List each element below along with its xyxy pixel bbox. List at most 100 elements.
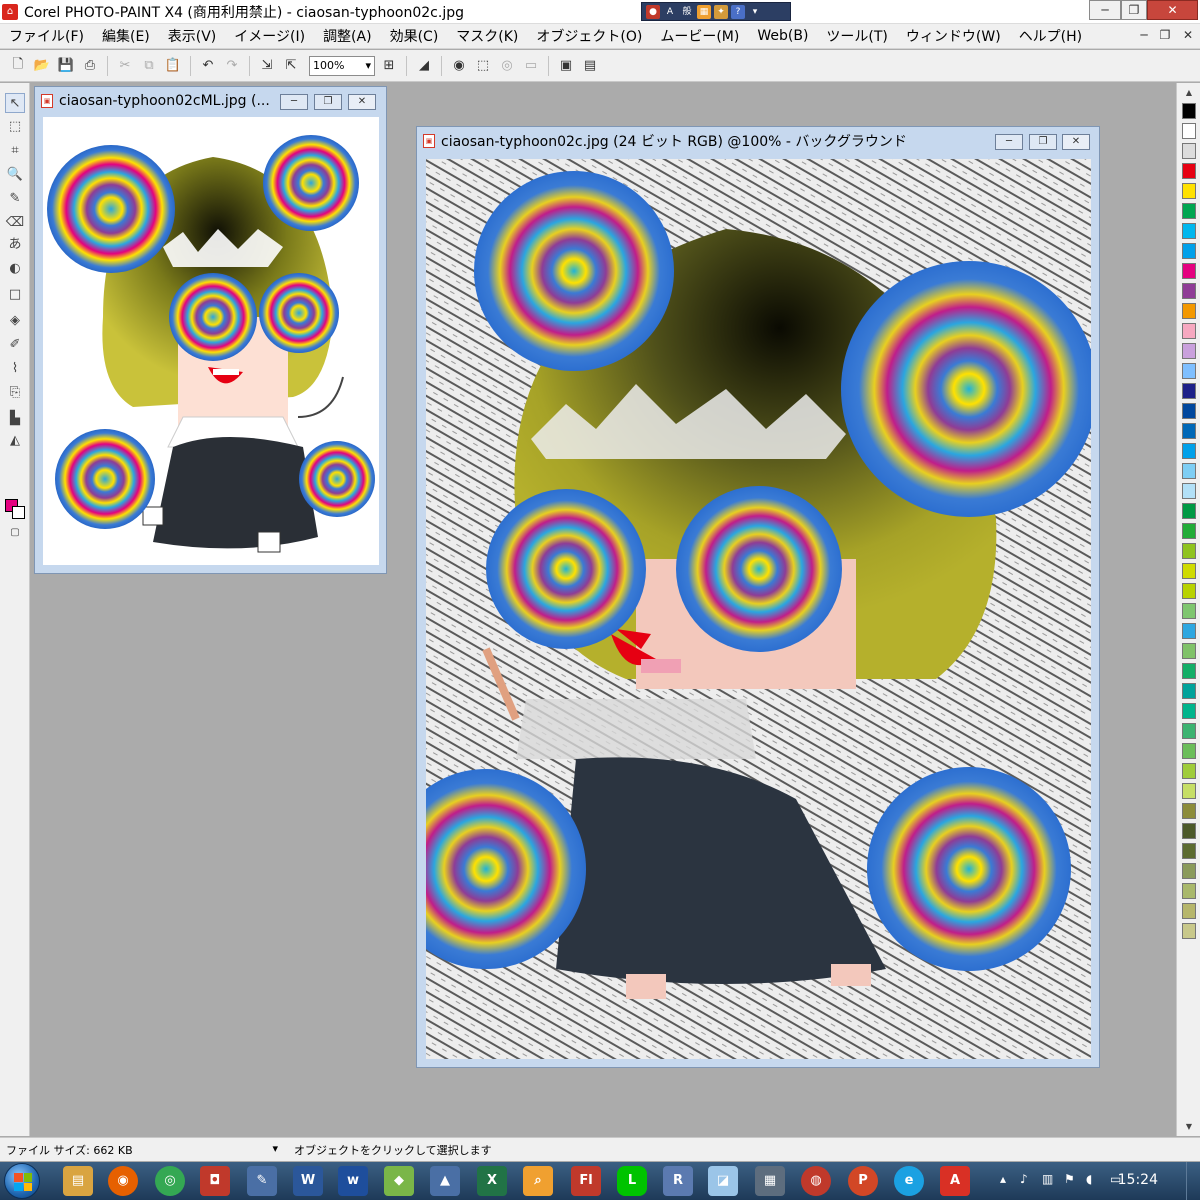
menu-help[interactable]: ヘルプ(H): [1010, 26, 1091, 46]
corel-app-icon[interactable]: ⌂: [2, 3, 18, 20]
file-size-panel[interactable]: ファイル サイズ: 662 KB ▾: [0, 1142, 284, 1158]
palette-swatch[interactable]: [1182, 783, 1196, 799]
internet-explorer-taskbar-icon[interactable]: e: [894, 1166, 924, 1196]
palette-swatch[interactable]: [1182, 103, 1196, 119]
flag-icon[interactable]: ⚑: [1064, 1172, 1075, 1186]
palette-swatch[interactable]: [1182, 323, 1196, 339]
palette-swatch[interactable]: [1182, 143, 1196, 159]
menu-web[interactable]: Web(B): [748, 28, 817, 44]
excel-taskbar-icon[interactable]: X: [477, 1166, 507, 1196]
chevron-down-icon[interactable]: ▾: [272, 1142, 278, 1158]
eyedropper-tool-icon[interactable]: ✎: [5, 189, 25, 209]
document-window-thumbnail[interactable]: ▣ ciaosan-typhoon02cML.jpg (... ─ ❐ ✕: [34, 86, 387, 574]
corel-launcher-icon[interactable]: ◢: [414, 56, 434, 76]
palette-swatch[interactable]: [1182, 383, 1196, 399]
transparency-tool-icon[interactable]: ◭: [5, 431, 25, 451]
acrobat-taskbar-icon[interactable]: A: [940, 1166, 970, 1196]
pick-tool-icon[interactable]: ↖: [5, 93, 25, 113]
doc-thumbnail-restore-button[interactable]: ❐: [314, 94, 342, 110]
palette-swatch[interactable]: [1182, 843, 1196, 859]
paint-taskbar-icon[interactable]: ✎: [247, 1166, 277, 1196]
chrome-taskbar-icon[interactable]: ◎: [155, 1166, 185, 1196]
ime-mode-icon[interactable]: ●: [646, 4, 660, 19]
speaker-icon[interactable]: ◖: [1086, 1172, 1092, 1186]
doc-thumbnail-close-button[interactable]: ✕: [348, 94, 376, 110]
palette-swatch[interactable]: [1182, 663, 1196, 679]
effect-tool-icon[interactable]: ⌇: [5, 359, 25, 379]
doc-main-minimize-button[interactable]: ─: [995, 134, 1023, 150]
ime-pad-icon[interactable]: ▦: [697, 4, 711, 19]
tray-expand-icon[interactable]: ▴: [1000, 1172, 1006, 1186]
print-icon[interactable]: ⎙: [80, 56, 100, 76]
undo-icon[interactable]: ↶: [198, 56, 218, 76]
start-button[interactable]: [4, 1163, 40, 1199]
new-file-icon[interactable]: 🗋: [8, 56, 28, 76]
background-color[interactable]: [12, 506, 25, 519]
palette-swatch[interactable]: [1182, 463, 1196, 479]
open-folder-icon[interactable]: 📂: [32, 56, 52, 76]
menu-file[interactable]: ファイル(F): [0, 26, 93, 46]
minimize-button[interactable]: ─: [1089, 0, 1121, 20]
palette-swatch[interactable]: [1182, 123, 1196, 139]
menu-adjust[interactable]: 調整(A): [314, 26, 381, 46]
word-alt-taskbar-icon[interactable]: w: [338, 1166, 368, 1196]
ime-general-label[interactable]: 般: [680, 4, 694, 19]
r-taskbar-icon[interactable]: R: [663, 1166, 693, 1196]
zoom-fit-icon[interactable]: ⊞: [379, 56, 399, 76]
firefox-taskbar-icon[interactable]: ◉: [108, 1166, 138, 1196]
search-taskbar-icon[interactable]: ⌕: [523, 1166, 553, 1196]
cut-icon[interactable]: ✂: [115, 56, 135, 76]
document-window-main[interactable]: ▣ ciaosan-typhoon02c.jpg (24 ビット RGB) @1…: [416, 126, 1100, 1068]
flash-taskbar-icon[interactable]: Fl: [571, 1166, 601, 1196]
text-tool-icon[interactable]: あ: [5, 235, 25, 255]
palette-swatch[interactable]: [1182, 743, 1196, 759]
taskbar-clock[interactable]: 15:24: [1118, 1172, 1158, 1188]
redo-icon[interactable]: ↷: [222, 56, 242, 76]
zoom-select[interactable]: 100% ▾: [309, 55, 375, 76]
palette-swatch[interactable]: [1182, 683, 1196, 699]
palette-swatch[interactable]: [1182, 543, 1196, 559]
palette-swatch[interactable]: [1182, 883, 1196, 899]
palette-swatch[interactable]: [1182, 263, 1196, 279]
color-swatches[interactable]: [5, 499, 27, 521]
word-taskbar-icon[interactable]: W: [293, 1166, 323, 1196]
palette-swatch[interactable]: [1182, 163, 1196, 179]
marquee-icon[interactable]: ▭: [521, 56, 541, 76]
menu-object[interactable]: オブジェクト(O): [527, 26, 651, 46]
ime-help-icon[interactable]: ?: [731, 4, 745, 19]
palette-swatch[interactable]: [1182, 563, 1196, 579]
menu-view[interactable]: 表示(V): [159, 26, 226, 46]
fill-tool-icon[interactable]: ◈: [5, 311, 25, 331]
menu-image[interactable]: イメージ(I): [225, 26, 314, 46]
paste-icon[interactable]: 📋: [163, 56, 183, 76]
palette-swatch[interactable]: [1182, 863, 1196, 879]
palette-swatch[interactable]: [1182, 603, 1196, 619]
eraser-tool-icon[interactable]: ⌫: [5, 213, 25, 233]
palette-swatch[interactable]: [1182, 203, 1196, 219]
ime-a-icon[interactable]: A: [663, 4, 677, 19]
red-eye-tool-icon[interactable]: ◐: [5, 259, 25, 279]
palette-swatch[interactable]: [1182, 223, 1196, 239]
palette-swatch[interactable]: [1182, 703, 1196, 719]
menu-edit[interactable]: 編集(E): [93, 26, 159, 46]
app4-taskbar-icon[interactable]: ◍: [801, 1166, 831, 1196]
thumbnail-canvas[interactable]: [43, 117, 379, 565]
palette-swatch[interactable]: [1182, 363, 1196, 379]
camera-taskbar-icon[interactable]: ◘: [200, 1166, 230, 1196]
drop-shadow-tool-icon[interactable]: ▙: [5, 409, 25, 429]
palette-swatch[interactable]: [1182, 523, 1196, 539]
palette-swatch[interactable]: [1182, 583, 1196, 599]
doc-thumbnail-minimize-button[interactable]: ─: [280, 94, 308, 110]
palette-swatch[interactable]: [1182, 503, 1196, 519]
rectangle-mask-tool-icon[interactable]: ⬚: [5, 117, 25, 137]
palette-swatch[interactable]: [1182, 403, 1196, 419]
paint-tool-icon[interactable]: ✐: [5, 335, 25, 355]
doc-main-restore-button[interactable]: ❐: [1029, 134, 1057, 150]
palette-swatch[interactable]: [1182, 723, 1196, 739]
ime-menu-icon[interactable]: ▾: [748, 4, 762, 19]
palette-scroll-up-icon[interactable]: ▲: [1182, 87, 1196, 99]
menu-movie[interactable]: ムービー(M): [651, 26, 748, 46]
palette-swatch[interactable]: [1182, 303, 1196, 319]
doc-close-icon[interactable]: ✕: [1180, 27, 1196, 43]
palette-scroll-down-icon[interactable]: ▼: [1182, 1121, 1196, 1133]
